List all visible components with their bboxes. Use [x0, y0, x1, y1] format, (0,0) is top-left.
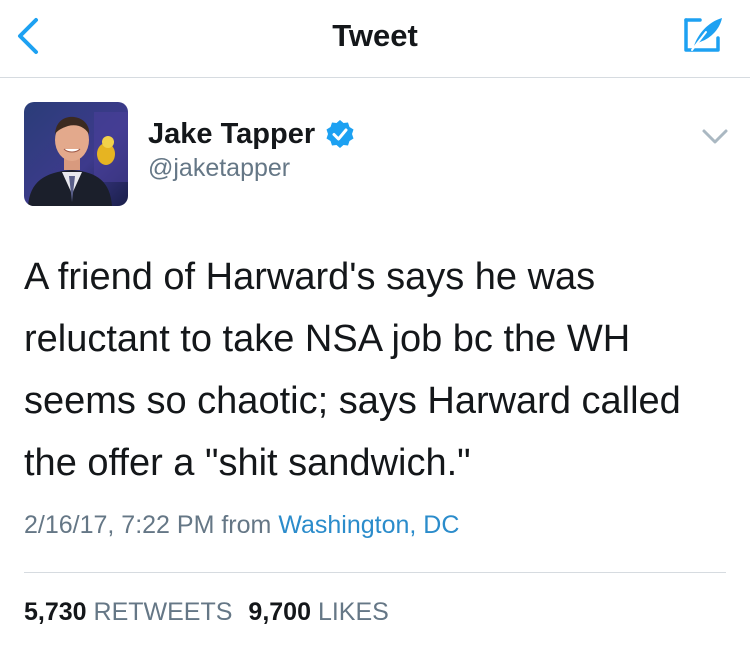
- page-title: Tweet: [332, 18, 418, 53]
- tweet-meta: 2/16/17, 7:22 PM from Washington, DC: [24, 511, 459, 540]
- divider: [24, 572, 726, 573]
- tweet-text: A friend of Harward's says he was reluct…: [24, 256, 681, 484]
- tweet-timestamp: 2/16/17, 7:22 PM: [24, 511, 215, 539]
- avatar[interactable]: [24, 102, 128, 206]
- likes-count: 9,700: [248, 598, 311, 626]
- retweets-count: 5,730: [24, 598, 87, 626]
- retweets-stat[interactable]: 5,730 RETWEETS: [24, 598, 232, 626]
- tweet-stats: 5,730 RETWEETS 9,700 LIKES: [24, 598, 389, 627]
- profile-photo: [24, 102, 128, 206]
- chevron-down-icon: [702, 129, 728, 144]
- verified-badge-icon: [326, 120, 354, 148]
- tweet-location-link[interactable]: Washington, DC: [278, 511, 459, 539]
- tweet-options-button[interactable]: [700, 126, 730, 148]
- likes-stat[interactable]: 9,700 LIKES: [248, 598, 388, 626]
- compose-button[interactable]: [680, 14, 726, 58]
- nav-bar: Tweet: [0, 0, 750, 78]
- from-label: from: [221, 511, 272, 539]
- author-name[interactable]: Jake Tapper: [148, 118, 315, 151]
- likes-label: LIKES: [317, 598, 389, 626]
- retweets-label: RETWEETS: [93, 598, 233, 626]
- author-handle[interactable]: @jaketapper: [148, 154, 290, 183]
- compose-feather-icon: [684, 18, 722, 52]
